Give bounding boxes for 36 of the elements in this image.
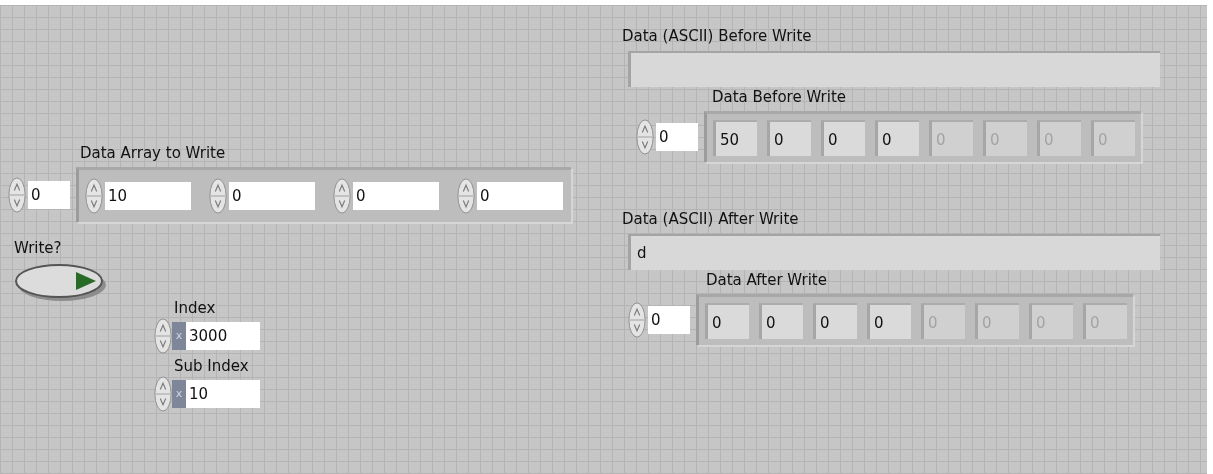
numeric-field[interactable]: 0 [353, 182, 439, 210]
spinner-button[interactable] [636, 118, 654, 155]
array-label: Data Before Write [712, 88, 846, 106]
array-element: 0 [813, 303, 857, 339]
index-field[interactable]: 0 [648, 305, 690, 334]
numeric-label: Sub Index [174, 356, 249, 376]
index-field[interactable]: 0 [28, 180, 70, 209]
spinner-button[interactable] [8, 176, 26, 213]
array-element: 0 [705, 303, 749, 339]
spinner-button[interactable] [154, 376, 172, 412]
numeric-label: Index [174, 298, 216, 318]
spinner-button[interactable] [154, 318, 172, 354]
array-element: 0 [875, 120, 919, 156]
numeric-field[interactable]: 10 [105, 182, 191, 210]
numeric-field[interactable]: 0 [229, 182, 315, 210]
index-field[interactable]: 0 [656, 122, 698, 151]
spinner-button[interactable] [333, 178, 351, 214]
toggle-button[interactable] [14, 262, 106, 302]
array-element: 0 [759, 303, 803, 339]
array-element: 50 [713, 120, 757, 156]
spinner-button[interactable] [628, 301, 646, 338]
string-value: d [637, 244, 647, 262]
numeric-field[interactable]: 3000 [186, 322, 260, 350]
numeric-field[interactable]: 10 [186, 380, 260, 408]
array-element: 0 [867, 303, 911, 339]
write-label: Write? [14, 238, 62, 258]
string-label: Data (ASCII) After Write [622, 210, 799, 228]
array-element: 0 [767, 120, 811, 156]
spinner-button[interactable] [209, 178, 227, 214]
array-label: Data After Write [706, 271, 827, 289]
string-label: Data (ASCII) Before Write [622, 27, 812, 45]
array-label: Data Array to Write [80, 143, 226, 163]
numeric-field[interactable]: 0 [477, 182, 563, 210]
array-element: 0 [821, 120, 865, 156]
spinner-button[interactable] [85, 178, 103, 214]
spinner-button[interactable] [457, 178, 475, 214]
